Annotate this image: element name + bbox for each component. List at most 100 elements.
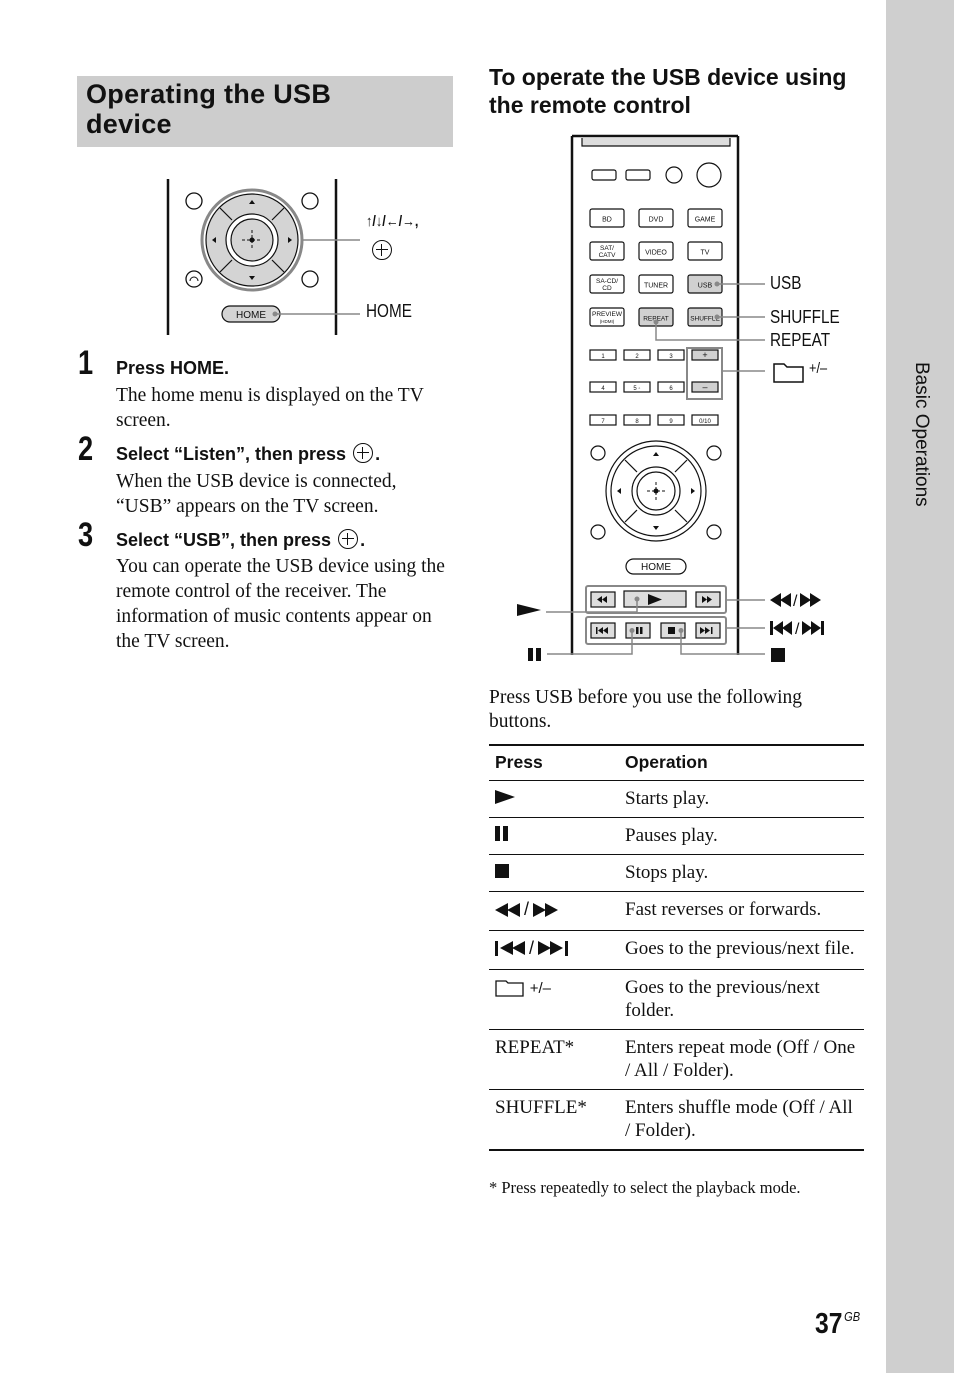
repeat-callout: REPEAT: [770, 330, 831, 350]
press-cell: [489, 780, 619, 818]
press-cell: REPEAT*: [489, 1029, 619, 1090]
operation-cell: Goes to the previous/next file.: [619, 930, 864, 970]
dpad-icon: [605, 440, 707, 542]
press-cell: +/–: [489, 969, 619, 1030]
remote-button-label: TUNER: [644, 283, 668, 290]
side-tab-label: Basic Operations: [886, 362, 954, 542]
remote-number-button: 7: [589, 414, 617, 426]
enter-button-icon: [372, 240, 392, 260]
section-title-box: Operating the USB device: [77, 76, 453, 147]
table-row: +/– Goes to the previous/next folder.: [489, 969, 864, 1030]
remote-button-sat-catv: SAT/CATV: [589, 241, 625, 261]
home-button-label: HOME: [236, 310, 266, 321]
corner-button-icon: [301, 270, 319, 288]
remote-number-button: 2: [623, 349, 651, 361]
remote-button-tuner: TUNER: [638, 274, 674, 294]
press-cell: [489, 817, 619, 855]
remote-button-label: CATV: [599, 252, 617, 259]
remote-detail-figure: HOME: [166, 179, 360, 335]
rewind-forward-icon: /: [495, 898, 559, 921]
remote-button-label: PREVIEW: [592, 311, 623, 318]
header-press: Press: [489, 744, 619, 781]
remote-number-button: 8: [623, 414, 651, 426]
enter-button-icon: [353, 443, 374, 463]
home-callout: HOME: [366, 301, 412, 321]
step-number: 1: [78, 344, 94, 382]
section-title: Operating the USB device: [86, 79, 332, 139]
stop-icon: [495, 864, 509, 878]
prev-next-icon: /: [495, 937, 569, 960]
remote-number-button: 9: [657, 414, 685, 426]
next-button-icon: [695, 622, 721, 639]
pause-button-icon: [625, 622, 651, 639]
remote-button-label: SA-CD/: [596, 278, 618, 285]
play-callout-icon: [517, 604, 541, 616]
remote-button-preview-hdmi-: PREVIEW(HDMI): [589, 307, 625, 327]
remote-number-button: –: [691, 381, 719, 393]
folder-callout: +/–: [809, 360, 828, 377]
folder-press-text: +/–: [529, 979, 552, 997]
remote-button-label: (HDMI): [600, 319, 615, 324]
rewind-button-icon: [590, 591, 616, 608]
remote-button-tv: TV: [687, 241, 723, 261]
prev-next-callout-icon: /: [770, 621, 824, 638]
step-number: 2: [78, 430, 94, 468]
step-heading: Select “Listen”, then press .: [116, 443, 380, 465]
back-button-icon: [590, 524, 606, 540]
remote-number-button: 0/10: [691, 414, 719, 426]
step-heading: Press HOME.: [116, 358, 230, 378]
operation-cell: Stops play.: [619, 854, 864, 892]
stop-callout-icon: [771, 648, 785, 662]
remote-button-label: TV: [701, 250, 710, 257]
press-cell: /: [489, 891, 619, 931]
step-heading-text: Select “USB”, then press: [116, 530, 332, 550]
remote-button-label: DVD: [649, 217, 664, 224]
operation-cell: Pauses play.: [619, 817, 864, 855]
remote-number-button: 3: [657, 349, 685, 361]
folder-callout-icon: [773, 363, 804, 383]
step-heading-punct: .: [360, 530, 366, 550]
remote-button-label: USB: [698, 283, 713, 290]
remote-number-label: –: [702, 382, 707, 392]
table-row: / Goes to the previous/next file.: [489, 930, 864, 970]
remote-button-bd: BD: [589, 208, 625, 228]
intro-text: Press USB before you use the following b…: [489, 687, 803, 732]
operation-cell: Goes to the previous/next folder.: [619, 969, 864, 1030]
press-cell: SHUFFLE*: [489, 1089, 619, 1151]
corner-button-icon: [590, 445, 606, 461]
rewind-forward-callout-icon: /: [770, 593, 821, 610]
remote-number-label: 5 ◦: [633, 386, 640, 392]
page-number: 37 GB: [815, 1308, 860, 1341]
svg-text:/: /: [793, 593, 798, 610]
prev-button-icon: [590, 622, 616, 639]
operation-cell: Enters repeat mode (Off / One / All / Fo…: [619, 1029, 864, 1090]
corner-button-icon: [706, 445, 722, 461]
remote-number-label: +: [702, 350, 707, 360]
power-button-icon: [696, 162, 722, 188]
remote-number-button: 6: [657, 381, 685, 393]
remote-number-label: 0/10: [699, 419, 711, 425]
step-body: You can operate the USB device using the…: [116, 556, 445, 652]
step-heading-text: Select “Listen”, then press: [116, 444, 347, 464]
remote-button-label: BD: [602, 217, 612, 224]
top-button-icon: [625, 169, 651, 181]
side-tab: [886, 0, 954, 1373]
footnote: * Press repeatedly to select the playbac…: [489, 1178, 801, 1197]
pause-callout-icon: [528, 648, 541, 661]
enter-button-icon: [338, 529, 359, 549]
table-row: / Fast reverses or forwards.: [489, 891, 864, 931]
step-body: When the USB device is connected, “USB” …: [116, 471, 397, 517]
svg-text:/: /: [795, 621, 800, 638]
home-button-label: HOME: [641, 562, 671, 573]
operations-table: Press Operation Starts play. Pauses play…: [489, 744, 864, 1151]
remote-button-label: GAME: [695, 217, 716, 224]
back-button-icon: [185, 270, 203, 288]
step-body: The home menu is displayed on the TV scr…: [116, 385, 424, 431]
press-cell: /: [489, 930, 619, 970]
table-row: Stops play.: [489, 854, 864, 892]
operation-cell: Starts play.: [619, 780, 864, 818]
top-button-icon: [665, 166, 683, 184]
corner-button-icon: [301, 192, 319, 210]
usb-callout: USB: [770, 273, 802, 293]
page-number-value: 37: [815, 1308, 843, 1340]
